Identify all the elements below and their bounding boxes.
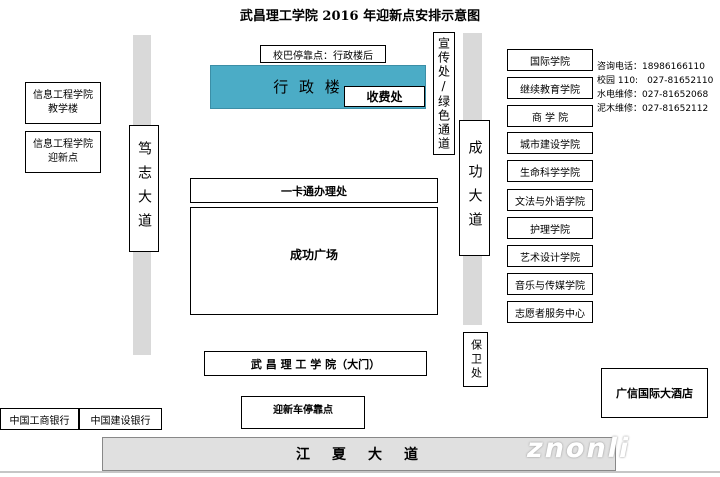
- dept-item: 艺术设计学院: [507, 245, 593, 267]
- campus-bus-stop-note: 校巴停靠点：行政楼后: [260, 45, 386, 63]
- green-channel: 宣传处/绿色通道: [433, 32, 455, 155]
- road-chenggong-label: 成功大道: [466, 140, 483, 236]
- chenggong-square: 成功广场: [190, 207, 438, 315]
- contact-list: 咨询电话：18986166110 校园 110: 027-81652110 水电…: [597, 60, 713, 116]
- bank-icbc-label: 中国工商银行: [9, 415, 70, 427]
- watermark: znonli: [527, 433, 631, 464]
- hotel-label: 广信国际大酒店: [616, 387, 693, 400]
- dept-label: 生命科学学院: [520, 167, 580, 179]
- info-eng-welcome-label: 信息工程学院迎新点: [33, 139, 93, 164]
- info-eng-building-label: 信息工程学院教学楼: [33, 90, 93, 115]
- welcome-bus-stop: 迎新车停靠点: [241, 396, 365, 429]
- square-label: 成功广场: [289, 247, 338, 262]
- info-eng-building: 信息工程学院教学楼: [25, 82, 101, 124]
- dept-label: 城市建设学院: [520, 139, 580, 151]
- card-office-label: 一卡通办理处: [281, 184, 347, 198]
- dept-label: 艺术设计学院: [520, 252, 580, 264]
- hotel: 广信国际大酒店: [601, 368, 708, 418]
- campus-bus-stop-text: 校巴停靠点：行政楼后: [273, 50, 373, 62]
- security-label: 保卫处: [469, 338, 483, 381]
- fee-office: 收费处: [344, 86, 425, 107]
- contact-line: 水电维修：027-81652068: [597, 90, 709, 100]
- bank-ccb: 中国建设银行: [79, 408, 162, 430]
- dept-label: 商 学 院: [531, 112, 569, 124]
- dept-label: 国际学院: [530, 56, 570, 68]
- road-jiangxia-label: 江 夏 大 道: [296, 447, 422, 463]
- road-duzhi-label-box: 笃志大道: [129, 125, 159, 252]
- road-edge-line: [0, 471, 720, 473]
- dept-label: 音乐与传媒学院: [515, 280, 585, 292]
- dept-item: 城市建设学院: [507, 132, 593, 154]
- main-gate-label: 武 昌 理 工 学 院（大门）: [250, 357, 381, 371]
- road-duzhi-label: 笃志大道: [136, 140, 152, 237]
- dept-label: 志愿者服务中心: [515, 308, 585, 320]
- green-channel-label: 宣传处/绿色通道: [436, 36, 451, 151]
- card-office: 一卡通办理处: [190, 178, 438, 203]
- dept-item: 继续教育学院: [507, 77, 593, 99]
- dept-item: 文法与外语学院: [507, 189, 593, 211]
- dept-item: 商 学 院: [507, 105, 593, 127]
- admin-building-label: 行 政 楼: [273, 77, 343, 96]
- contact-line: 泥木维修：027-81652112: [597, 104, 709, 114]
- road-chenggong-label-box: 成功大道: [459, 120, 490, 256]
- page-title: 武昌理工学院 2016 年迎新点安排示意图: [239, 9, 481, 24]
- dept-item: 志愿者服务中心: [507, 301, 593, 323]
- dept-item: 护理学院: [507, 217, 593, 239]
- contact-line: 咨询电话：18986166110: [597, 62, 705, 72]
- contact-line: 校园 110: 027-81652110: [597, 76, 714, 86]
- dept-item: 国际学院: [507, 49, 593, 71]
- dept-item: 生命科学学院: [507, 160, 593, 182]
- welcome-bus-stop-label: 迎新车停靠点: [273, 405, 333, 416]
- dept-label: 文法与外语学院: [515, 196, 585, 208]
- fee-office-label: 收费处: [366, 90, 403, 104]
- dept-label: 继续教育学院: [520, 84, 580, 96]
- security-office: 保卫处: [463, 332, 488, 387]
- main-gate: 武 昌 理 工 学 院（大门）: [204, 351, 427, 376]
- dept-label: 护理学院: [530, 224, 570, 236]
- bank-icbc: 中国工商银行: [0, 408, 79, 430]
- dept-item: 音乐与传媒学院: [507, 273, 593, 295]
- bank-ccb-label: 中国建设银行: [90, 415, 151, 427]
- info-eng-welcome-point: 信息工程学院迎新点: [25, 131, 101, 173]
